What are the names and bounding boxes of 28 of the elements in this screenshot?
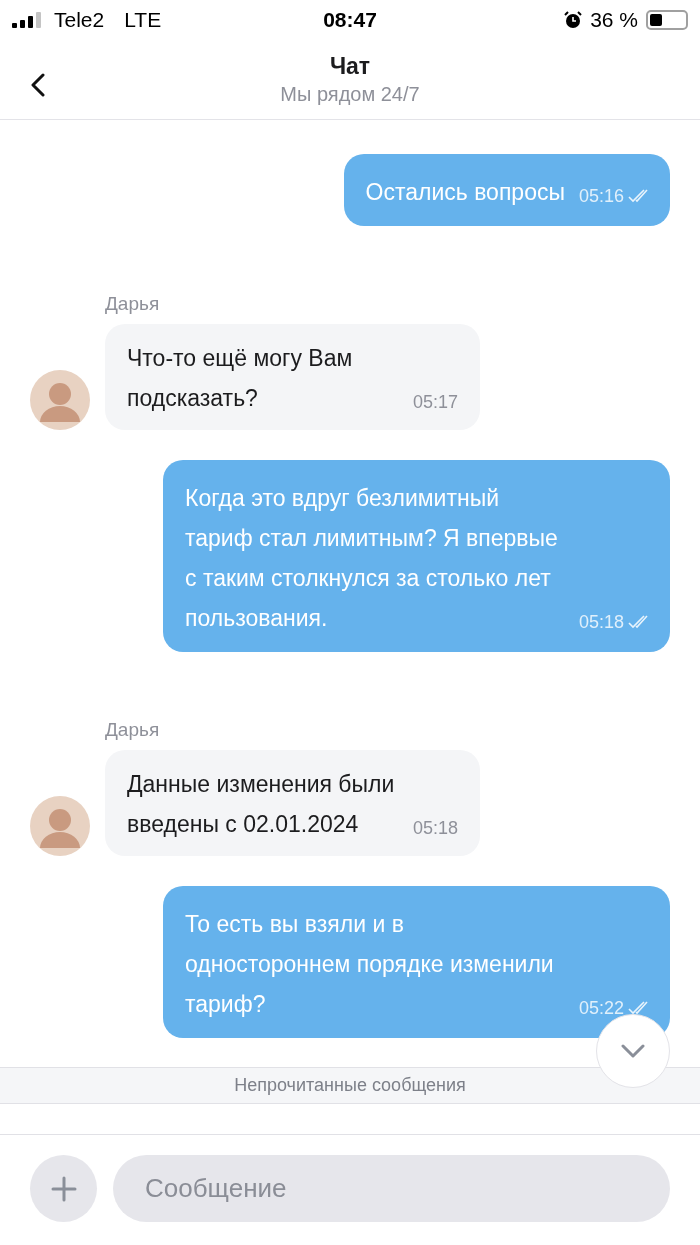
carrier-name: Tele2 [54,7,105,34]
message-text: Данные изменения были введены с 02.01.2024 [127,770,396,839]
message-text: Остались вопросы [365,178,565,207]
chevron-down-icon [621,1044,645,1058]
message-text: То есть вы взяли и в одностороннем порядке изменили тариф? [185,910,555,1019]
sender-name: Дарья [105,718,160,742]
message-time: 05:16 [578,185,624,208]
message-text: Когда это вдруг безлимитный тариф стал лимитным? Я впервые с таким столкнулся за столько лет пользования. [185,484,559,633]
avatar [30,796,90,856]
message-text: Что-то ещё могу Вам подсказать? [127,344,354,413]
message-time: 05:17 [412,391,458,414]
avatar [30,370,90,430]
unread-messages-divider: Непрочитанные сообщения [234,1074,466,1097]
chat-subtitle: Мы рядом 24/7 [280,81,420,107]
plus-icon [50,1175,77,1202]
message-input-field[interactable]: Сообщение [113,1155,670,1222]
message-time: 05:22 [578,997,624,1020]
back-chevron-icon [31,73,45,97]
chat-title: Чат [329,51,371,80]
clock-time: 08:47 [322,7,378,34]
message-time: 05:18 [578,611,624,634]
battery-icon [646,10,688,30]
message-time: 05:18 [412,817,458,840]
network-type: LTE [124,7,162,34]
signal-icon [12,12,42,28]
alarm-clock-icon [564,11,583,29]
sender-name: Дарья [105,292,160,316]
battery-percent: 36 % [590,7,638,34]
